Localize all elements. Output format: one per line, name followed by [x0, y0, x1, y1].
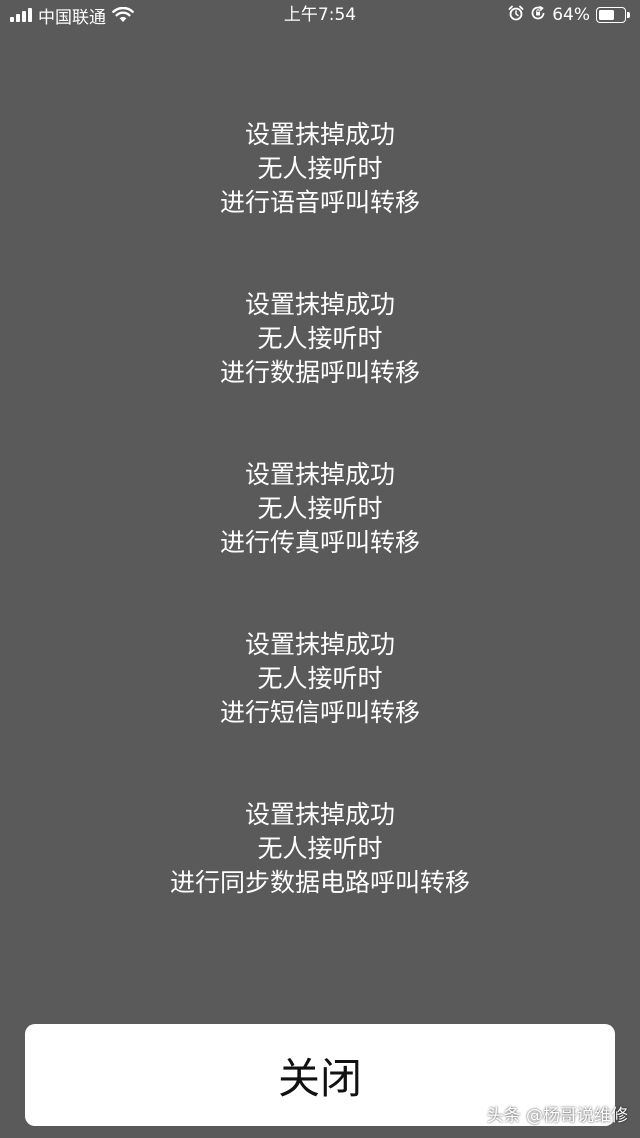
message-block: 设置抹掉成功 无人接听时 进行短信呼叫转移: [0, 628, 640, 798]
message-line: 进行同步数据电路呼叫转移: [169, 868, 470, 897]
message-line: 进行传真呼叫转移: [219, 528, 420, 557]
message-block: 设置抹掉成功 无人接听时 进行语音呼叫转移: [0, 118, 640, 288]
status-bar: 中国联通 上午7:54 64%: [0, 0, 640, 32]
message-line: 进行短信呼叫转移: [219, 698, 420, 727]
message-line: 设置抹掉成功: [244, 290, 395, 319]
watermark: 头条 @杨哥说维修: [486, 1106, 628, 1126]
result-messages: 设置抹掉成功 无人接听时 进行语音呼叫转移 设置抹掉成功 无人接听时 进行数据呼…: [0, 118, 640, 968]
battery-icon: [596, 7, 630, 23]
message-line: 设置抹掉成功: [244, 460, 395, 489]
message-block: 设置抹掉成功 无人接听时 进行同步数据电路呼叫转移: [0, 798, 640, 968]
message-line: 无人接听时: [257, 324, 383, 353]
message-line: 无人接听时: [257, 154, 383, 183]
message-line: 进行数据呼叫转移: [219, 358, 420, 387]
orientation-lock-icon: [530, 5, 546, 26]
message-line: 设置抹掉成功: [244, 630, 395, 659]
message-line: 无人接听时: [257, 664, 383, 693]
message-line: 进行语音呼叫转移: [219, 188, 420, 217]
message-block: 设置抹掉成功 无人接听时 进行传真呼叫转移: [0, 458, 640, 628]
message-line: 设置抹掉成功: [244, 120, 395, 149]
status-bar-right: 64%: [508, 4, 630, 26]
message-line: 无人接听时: [257, 494, 383, 523]
battery-percent: 64%: [552, 5, 590, 25]
message-block: 设置抹掉成功 无人接听时 进行数据呼叫转移: [0, 288, 640, 458]
alarm-icon: [508, 5, 524, 26]
message-line: 设置抹掉成功: [244, 800, 395, 829]
message-line: 无人接听时: [257, 834, 383, 863]
